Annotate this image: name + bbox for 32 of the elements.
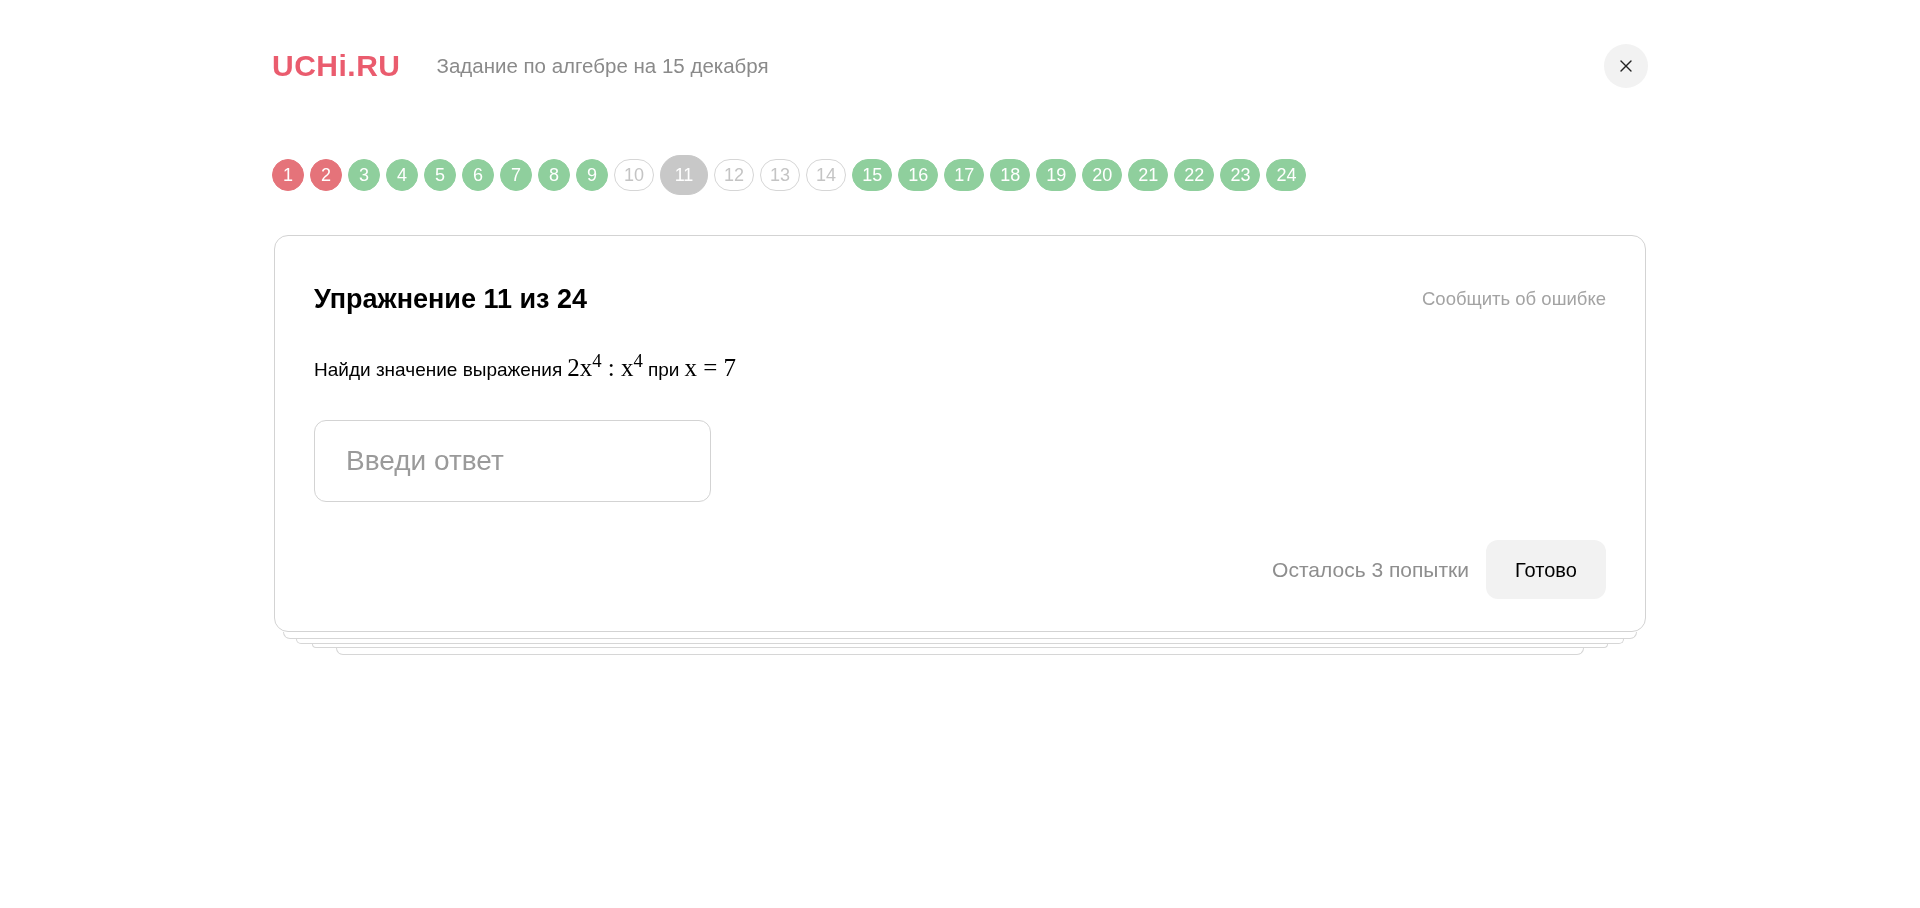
exercise-number-button[interactable]: 13	[760, 159, 801, 191]
exercise-number-button[interactable]: 18	[990, 159, 1031, 191]
exercise-number-button[interactable]: 14	[806, 159, 847, 191]
attempts-text: Осталось 3 попытки	[1272, 556, 1469, 583]
exercise-number-button[interactable]: 19	[1036, 159, 1077, 191]
report-error-link[interactable]: Сообщить об ошибке	[1422, 285, 1606, 313]
exercise-number-button[interactable]: 3	[348, 159, 380, 191]
submit-button[interactable]: Готово	[1486, 540, 1606, 599]
exercise-number-button[interactable]: 12	[714, 159, 755, 191]
exercise-number-button[interactable]: 7	[500, 159, 532, 191]
exercise-heading: Упражнение 11 из 24	[314, 284, 588, 314]
exercise-number-button[interactable]: 24	[1266, 159, 1307, 191]
exercise-number-button[interactable]: 15	[852, 159, 893, 191]
exercise-number-button[interactable]: 20	[1082, 159, 1123, 191]
site-logo[interactable]: UCHi.RU	[272, 51, 401, 81]
exercise-number-button[interactable]: 4	[386, 159, 418, 191]
exercise-number-button[interactable]: 8	[538, 159, 570, 191]
answer-field[interactable]: Введи ответ	[314, 420, 711, 502]
exercise-number-button[interactable]: 5	[424, 159, 456, 191]
exercise-number-button[interactable]: 16	[898, 159, 939, 191]
exercise-number-button[interactable]: 23	[1220, 159, 1261, 191]
close-button[interactable]	[1604, 44, 1648, 88]
exercise-number-button[interactable]: 2	[310, 159, 342, 191]
exercise-number-button[interactable]: 9	[576, 159, 608, 191]
exercise-number-button[interactable]: 1	[272, 159, 304, 191]
exercise-number-button[interactable]: 21	[1128, 159, 1169, 191]
question-text: Найди значение выражения 2x$^{4}$ : x$^{4}$ при x = 7	[314, 355, 736, 383]
exercise-number-button[interactable]: 17	[944, 159, 985, 191]
exercise-number-button[interactable]: 6	[462, 159, 494, 191]
exercise-number-button[interactable]: 10	[614, 159, 655, 191]
exercise-number-button[interactable]: 22	[1174, 159, 1215, 191]
page-title: Задание по алгебре на 15 декабря	[436, 52, 769, 79]
